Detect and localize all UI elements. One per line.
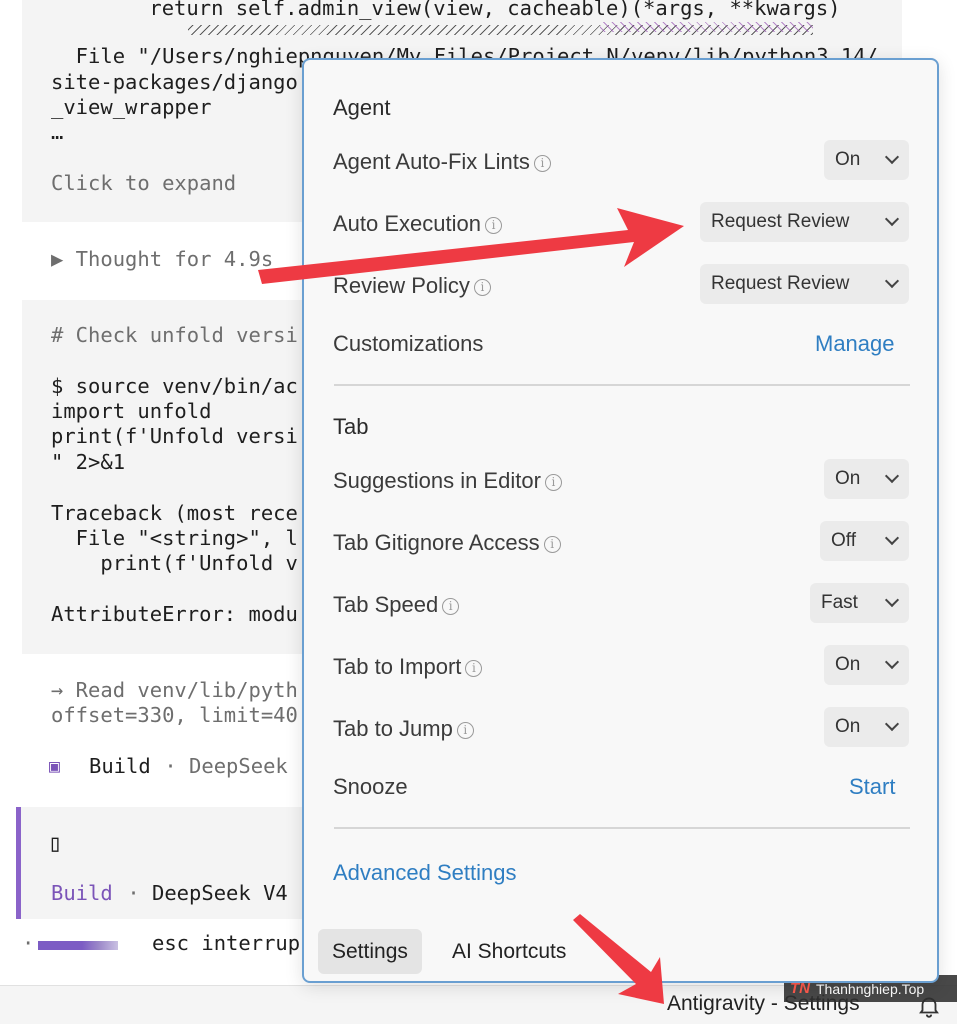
command-block — [22, 300, 322, 654]
auto-fix-lints-dropdown[interactable]: On — [824, 140, 909, 180]
terminal-line: Traceback (most rece — [51, 501, 298, 525]
terminal-line: offset=330, limit=40 — [51, 703, 298, 727]
auto-execution-dropdown[interactable]: Request Review — [700, 202, 909, 242]
chevron-down-icon — [884, 211, 900, 227]
build-label: Build — [89, 754, 151, 778]
info-icon[interactable]: i — [543, 536, 561, 553]
suggestions-dropdown[interactable]: On — [824, 459, 909, 499]
dropdown-value: On — [835, 468, 861, 489]
snooze-label: Snooze — [333, 774, 408, 799]
terminal-line: → Read venv/lib/pyth — [51, 678, 298, 702]
chevron-down-icon — [884, 149, 900, 165]
info-icon[interactable]: i — [533, 155, 551, 172]
tab-to-import-label: Tab to Import i — [333, 654, 483, 680]
terminal-line: … — [51, 120, 64, 144]
suggestions-label: Suggestions in Editor i — [333, 468, 562, 494]
auto-execution-label: Auto Execution i — [333, 211, 502, 237]
info-icon[interactable]: i — [465, 660, 483, 677]
tab-settings[interactable]: Settings — [318, 929, 422, 974]
customizations-label: Customizations — [333, 331, 484, 356]
divider — [334, 384, 910, 386]
esc-interrupt-hint: esc interrup — [152, 931, 301, 955]
auto-fix-lints-label: Agent Auto-Fix Lints i — [333, 149, 551, 175]
terminal-line: import unfold — [51, 399, 212, 423]
info-icon[interactable]: i — [473, 279, 491, 296]
build-mode-label[interactable]: Build — [51, 881, 113, 906]
error-underline-highlight — [600, 22, 813, 32]
chevron-down-icon — [884, 273, 900, 289]
tab-to-jump-dropdown[interactable]: On — [824, 707, 909, 747]
tab-speed-dropdown[interactable]: Fast — [810, 583, 909, 623]
terminal-line: " 2>&1 — [51, 450, 126, 474]
chevron-down-icon — [884, 716, 900, 732]
tab-to-import-dropdown[interactable]: On — [824, 645, 909, 685]
review-policy-label: Review Policy i — [333, 273, 491, 299]
manage-link[interactable]: Manage — [815, 331, 895, 357]
gitignore-label: Tab Gitignore Access i — [333, 530, 561, 556]
terminal-line: # Check unfold versi — [51, 323, 298, 347]
gitignore-dropdown[interactable]: Off — [820, 521, 909, 561]
dropdown-value: On — [835, 654, 861, 675]
chevron-down-icon — [884, 654, 900, 670]
progress-indicator — [38, 941, 118, 950]
snooze-start-link[interactable]: Start — [849, 774, 895, 800]
dropdown-value: Request Review — [711, 273, 850, 294]
info-icon[interactable]: i — [484, 217, 502, 234]
model-selector[interactable]: DeepSeek V4 — [152, 881, 288, 906]
terminal-line: site-packages/django — [51, 70, 298, 94]
dropdown-value: Request Review — [711, 211, 850, 232]
review-policy-dropdown[interactable]: Request Review — [700, 264, 909, 304]
chevron-down-icon — [884, 592, 900, 608]
info-icon[interactable]: i — [544, 474, 562, 491]
terminal-line: return self.admin_view(view, cacheable)(… — [100, 0, 841, 20]
terminal-line: print(f'Unfold versi — [51, 424, 298, 448]
terminal-line: AttributeError: modu — [51, 602, 298, 626]
tab-to-jump-label: Tab to Jump i — [333, 716, 474, 742]
dropdown-value: On — [835, 149, 861, 170]
tab-section-title: Tab — [333, 414, 369, 439]
terminal-line: File "<string>", l — [51, 526, 298, 550]
click-to-expand[interactable]: Click to expand — [51, 171, 236, 196]
thought-toggle[interactable]: ▶ Thought for 4.9s — [51, 247, 273, 272]
terminal-line: $ source venv/bin/ac — [51, 374, 298, 398]
divider — [334, 827, 910, 829]
advanced-settings-link[interactable]: Advanced Settings — [333, 860, 516, 886]
tab-speed-label: Tab Speed i — [333, 592, 460, 618]
chevron-down-icon — [884, 468, 900, 484]
info-icon[interactable]: i — [442, 598, 460, 615]
model-label: · DeepSeek — [152, 754, 288, 778]
cursor-icon: ▯ — [48, 829, 63, 857]
dropdown-value: Off — [831, 530, 856, 551]
agent-section-title: Agent — [333, 95, 391, 120]
separator: · — [115, 881, 153, 905]
terminal-line: _view_wrapper — [51, 95, 212, 119]
bullet: · — [22, 931, 35, 955]
dropdown-value: On — [835, 716, 861, 737]
build-icon: ▣ — [49, 756, 60, 777]
dropdown-value: Fast — [821, 592, 858, 613]
terminal-line: print(f'Unfold v — [51, 551, 298, 575]
chevron-down-icon — [884, 530, 900, 546]
info-icon[interactable]: i — [456, 722, 474, 739]
settings-popup: Agent Agent Auto-Fix Lints i On Auto Exec… — [302, 58, 939, 983]
tab-ai-shortcuts[interactable]: AI Shortcuts — [438, 929, 580, 974]
